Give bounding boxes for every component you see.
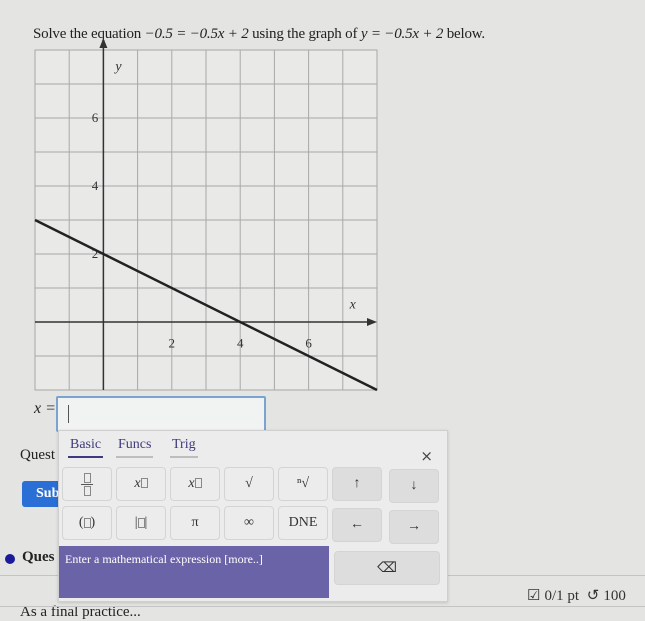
x-tick-label: 2 [169, 336, 176, 351]
key-superscript[interactable]: x [116, 467, 166, 501]
key-nth-root[interactable]: ⁿ√ [278, 467, 328, 501]
key-dne[interactable]: DNE [278, 506, 328, 540]
question-heading: Ques [22, 549, 55, 565]
retries-count: 100 [603, 588, 626, 604]
key-parentheses[interactable]: () [62, 506, 112, 540]
key-infinity[interactable]: ∞ [224, 506, 274, 540]
backspace-icon: ⌫ [377, 560, 397, 576]
key-up-arrow[interactable]: ↑ [332, 467, 382, 501]
y-tick-label: 4 [92, 178, 99, 193]
answer-label: x = [34, 400, 56, 417]
tab-funcs[interactable]: Funcs [116, 437, 154, 458]
tab-trig[interactable]: Trig [170, 437, 198, 458]
y-axis-label: y [113, 59, 122, 74]
key-backspace[interactable]: ⌫ [334, 551, 440, 585]
tab-basic[interactable]: Basic [68, 437, 104, 458]
y-axis-arrow [99, 38, 108, 48]
submit-button[interactable]: Sub [22, 481, 62, 507]
divider [0, 606, 645, 607]
math-keypad: Basic Funcs Trig × x x √ ⁿ√ ↑ ↓ () | | π … [58, 430, 448, 602]
x-tick-label: 4 [237, 336, 244, 351]
retry-icon[interactable]: ↺ [587, 588, 600, 604]
y-tick-label: 6 [92, 110, 99, 125]
x-tick-label: 6 [305, 336, 312, 351]
score-area: ☑ 0/1 pt ↺ 100 [527, 586, 630, 605]
answer-input[interactable] [56, 396, 266, 432]
key-absolute-value[interactable]: | | [116, 506, 166, 540]
checkbox-icon: ☑ [527, 588, 541, 604]
graph: xy2 4 6246 [34, 38, 378, 392]
key-right-arrow[interactable]: → [389, 510, 439, 544]
key-fraction[interactable] [62, 467, 112, 501]
bullet-icon [5, 554, 15, 564]
question-label: Quest [20, 447, 55, 463]
key-down-arrow[interactable]: ↓ [389, 469, 439, 503]
x-axis-label: x [349, 297, 357, 312]
key-subscript[interactable]: x [170, 467, 220, 501]
keypad-tooltip: Enter a mathematical expression [more..] [59, 546, 329, 598]
key-sqrt[interactable]: √ [224, 467, 274, 501]
key-left-arrow[interactable]: ← [332, 508, 382, 542]
score-text: 0/1 pt [544, 588, 580, 604]
close-icon[interactable]: × [420, 447, 433, 465]
text-caret [68, 405, 69, 423]
key-pi[interactable]: π [170, 506, 220, 540]
